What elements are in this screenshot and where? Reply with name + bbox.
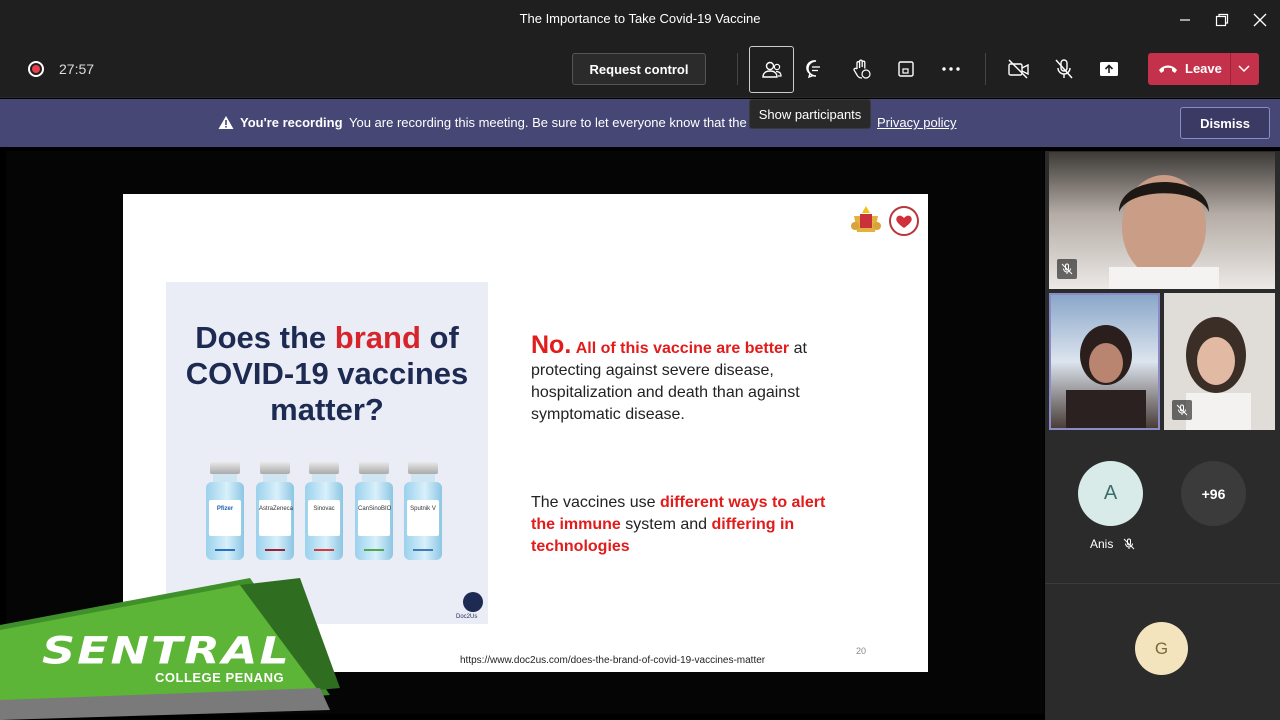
poster-text: COVID-19 vaccines: [185, 356, 469, 391]
recording-title: You're recording: [240, 115, 343, 130]
malaysia-crest-logo: [851, 206, 881, 232]
vaccine-vial: Sputnik V: [404, 462, 442, 560]
participant-video-tile-active-speaker[interactable]: [1049, 293, 1160, 430]
slide-paragraph-2: The vaccines use different ways to alert…: [531, 492, 851, 558]
poster-text: matter?: [270, 392, 384, 427]
vial-label: CanSinoBIO: [358, 500, 391, 536]
mic-off-icon: [1123, 538, 1135, 550]
participant-video-feed: [1051, 295, 1158, 428]
chevron-down-icon[interactable]: [1237, 64, 1251, 74]
body-text: The vaccines use: [531, 494, 660, 511]
raise-hand-icon: [853, 59, 871, 79]
vial-label: Sputnik V: [407, 500, 439, 536]
participant-avatar-g[interactable]: G: [1135, 622, 1188, 675]
camera-off-icon: [1008, 59, 1029, 79]
warning-icon: [218, 116, 234, 129]
vial-label: AstraZeneca: [259, 500, 293, 536]
vaccine-vial: Sinovac: [305, 462, 343, 560]
more-actions-button[interactable]: [934, 52, 968, 86]
dismiss-button[interactable]: Dismiss: [1180, 107, 1270, 139]
recording-banner: You're recording You are recording this …: [0, 99, 1280, 147]
toolbar-divider: [985, 53, 986, 85]
sentral-brand-text: SENTRAL: [42, 628, 291, 673]
slide-paragraph-1: No. All of this vaccine are better at pro…: [531, 331, 851, 426]
share-screen-button[interactable]: [1092, 52, 1126, 86]
minimize-icon[interactable]: [1173, 8, 1197, 32]
mic-off-icon: [1172, 400, 1192, 420]
body-text: system and: [620, 516, 712, 533]
show-participants-button[interactable]: [749, 46, 794, 93]
participant-avatar-anis[interactable]: A: [1078, 461, 1143, 526]
title-bar: The Importance to Take Covid-19 Vaccine: [0, 0, 1280, 40]
leave-divider: [1230, 53, 1231, 85]
meeting-timer: 27:57: [59, 61, 95, 77]
toolbar-divider: [737, 53, 738, 85]
vaccine-vial: Pfizer: [206, 462, 244, 560]
breakout-rooms-button[interactable]: [889, 52, 923, 86]
mic-toggle-button[interactable]: [1047, 52, 1081, 86]
reactions-button[interactable]: [844, 52, 878, 86]
highlight-text: All of this vaccine are better: [575, 340, 790, 357]
poster-text: Does the: [195, 320, 335, 355]
ministry-health-logo: [889, 206, 919, 236]
slide-number: 20: [856, 646, 867, 656]
participant-video-feed: [1049, 152, 1275, 289]
window-title: The Importance to Take Covid-19 Vaccine: [519, 11, 761, 26]
privacy-policy-link[interactable]: Privacy policy: [877, 115, 956, 130]
camera-toggle-button[interactable]: [1002, 52, 1036, 86]
participant-video-tile[interactable]: [1164, 293, 1275, 430]
poster-text: of: [420, 320, 459, 355]
body-text: protecting against severe disease, hospi…: [531, 362, 800, 423]
panel-divider: [1045, 583, 1280, 584]
answer-no: No.: [531, 331, 572, 359]
more-icon: [942, 67, 960, 71]
vaccine-vial: AstraZeneca: [256, 462, 294, 560]
show-participants-tooltip: Show participants: [749, 99, 871, 129]
share-tray-icon: [1100, 62, 1118, 76]
recording-indicator-icon: [28, 61, 44, 77]
poster-question: Does the brand of COVID-19 vaccines matt…: [166, 320, 488, 428]
poster-highlight: brand: [334, 320, 421, 355]
participant-name-label: Anis: [1090, 537, 1114, 551]
recording-message: You are recording this meeting. Be sure …: [349, 115, 747, 130]
participants-icon: [761, 61, 782, 78]
chat-button[interactable]: [799, 52, 833, 86]
more-participants-button[interactable]: +96: [1181, 461, 1246, 526]
participant-video-tile[interactable]: [1049, 152, 1275, 289]
leave-label: Leave: [1185, 61, 1222, 76]
request-control-button[interactable]: Request control: [572, 53, 706, 85]
doc2us-label: Doc2Us: [456, 614, 478, 620]
vial-label: Sinovac: [308, 500, 340, 536]
leave-button[interactable]: Leave: [1148, 53, 1259, 85]
rooms-icon: [898, 61, 914, 77]
source-url: https://www.doc2us.com/does-the-brand-of…: [460, 655, 766, 666]
meeting-toolbar: 27:57 Request control Leave: [0, 40, 1280, 98]
close-icon[interactable]: [1248, 8, 1272, 32]
vial-label: Pfizer: [209, 500, 241, 536]
vaccine-vial: CanSinoBIO: [355, 462, 393, 560]
sentral-sub-text: COLLEGE PENANG: [155, 670, 285, 685]
body-text: at: [789, 340, 807, 357]
mic-off-icon: [1057, 259, 1077, 279]
hang-up-icon: [1159, 65, 1177, 73]
participant-name: Anis: [1090, 537, 1135, 551]
restore-icon[interactable]: [1210, 8, 1234, 32]
chat-icon: [806, 60, 820, 79]
mic-off-icon: [1055, 59, 1073, 79]
doc2us-logo: [463, 592, 483, 612]
